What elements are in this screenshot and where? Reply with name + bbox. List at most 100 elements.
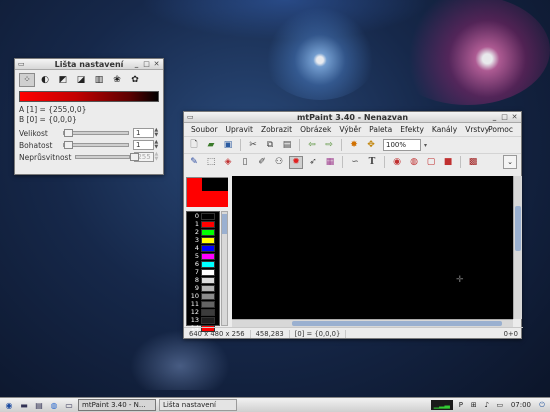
palette-row[interactable]: 11 — [187, 300, 219, 308]
menu-upravit[interactable]: Upravit — [222, 125, 257, 134]
menu-vyber[interactable]: Výběr — [335, 125, 365, 134]
paint-icon[interactable]: ✹ — [289, 155, 303, 169]
palette-scrollbar[interactable] — [221, 211, 228, 326]
smudge-icon[interactable]: ➶ — [306, 156, 320, 169]
paste-icon[interactable]: ▤ — [280, 139, 294, 152]
minimize-icon[interactable]: _ — [490, 113, 499, 121]
scroll-thumb[interactable] — [222, 214, 227, 234]
task-settings[interactable]: Lišta nastavení — [159, 399, 237, 411]
selection-icon[interactable]: ⬚ — [204, 156, 218, 169]
slider-knob[interactable] — [63, 141, 73, 149]
gradient-tool-icon[interactable]: ▦ — [323, 156, 337, 169]
save-file-icon[interactable]: ▣ — [221, 139, 235, 152]
minimize-icon[interactable]: _ — [132, 60, 141, 68]
pan-icon[interactable]: ✥ — [364, 139, 378, 152]
new-file-icon[interactable]: 🗋 — [187, 139, 201, 152]
brush-icon[interactable]: ✐ — [255, 156, 269, 169]
grid-icon[interactable]: ▩ — [466, 156, 480, 169]
color-gradient-bar[interactable] — [19, 91, 159, 102]
file-manager-icon[interactable]: ▤ — [33, 400, 45, 411]
palette-color[interactable] — [201, 292, 215, 300]
canvas-vscrollbar[interactable] — [513, 176, 522, 319]
filled-ellipse-icon[interactable]: ◍ — [407, 156, 421, 169]
palette-color[interactable] — [201, 252, 215, 260]
image-canvas[interactable] — [232, 176, 513, 319]
gradient-mode-icon[interactable]: ◩ — [55, 73, 71, 87]
clone-icon[interactable]: ⚇ — [272, 156, 286, 169]
palette-row[interactable]: 9 — [187, 284, 219, 292]
palette-color[interactable] — [201, 212, 215, 220]
blend-mode-icon[interactable]: ◪ — [73, 73, 89, 87]
palette-row[interactable]: 10 — [187, 292, 219, 300]
menu-kanaly[interactable]: Kanály — [428, 125, 461, 134]
size-spin[interactable]: 1 — [133, 128, 154, 138]
close-icon[interactable]: ✕ — [152, 60, 161, 68]
undo-icon[interactable]: ⇦ — [305, 139, 319, 152]
text-icon[interactable]: T — [365, 156, 379, 169]
color-swatch[interactable] — [186, 177, 228, 207]
volume-icon[interactable]: ♪ — [482, 400, 492, 410]
fill-icon[interactable]: ◈ — [221, 156, 235, 169]
scroll-thumb[interactable] — [515, 206, 521, 251]
network-icon[interactable]: ⊞ — [469, 400, 479, 410]
pattern-swatch[interactable] — [187, 191, 228, 207]
menu-zobrazit[interactable]: Zobrazit — [257, 125, 296, 134]
palette-color[interactable] — [201, 316, 215, 324]
palette-color[interactable] — [201, 228, 215, 236]
close-icon[interactable]: ✕ — [510, 113, 519, 121]
palette-color[interactable] — [201, 276, 215, 284]
open-file-icon[interactable]: ▰ — [204, 139, 218, 152]
palette-color[interactable] — [201, 236, 215, 244]
palette-color[interactable] — [201, 268, 215, 276]
cpu-monitor-icon[interactable]: ▁▂▃ — [430, 400, 453, 410]
palette-color[interactable] — [201, 244, 215, 252]
palette-row[interactable]: 2 — [187, 228, 219, 236]
menu-efekty[interactable]: Efekty — [396, 125, 428, 134]
window-menu-icon[interactable]: ▭ — [187, 113, 194, 121]
palette-row[interactable]: 5 — [187, 252, 219, 260]
maximize-icon[interactable]: □ — [500, 113, 509, 121]
palette-row[interactable]: 7 — [187, 268, 219, 276]
desktop-icon[interactable]: ▭ — [63, 400, 75, 411]
terminal-icon[interactable]: ▬ — [18, 400, 30, 411]
canvas-hscrollbar[interactable] — [232, 319, 513, 327]
palette-color[interactable] — [201, 220, 215, 228]
palette-row[interactable]: 0 — [187, 212, 219, 220]
spin-arrows-icon[interactable]: ▲ ▼ — [154, 128, 160, 138]
palette-color[interactable] — [201, 308, 215, 316]
brush-settings-icon[interactable]: ✸ — [347, 139, 361, 152]
opacity-mode-icon[interactable]: ◐ — [37, 73, 53, 87]
size-slider[interactable] — [62, 129, 130, 137]
color-b-swatch[interactable] — [202, 178, 228, 191]
maximize-icon[interactable]: □ — [142, 60, 151, 68]
cut-icon[interactable]: ✂ — [246, 139, 260, 152]
task-mtpaint[interactable]: mtPaint 3.40 - N... — [78, 399, 156, 411]
clock[interactable]: 07:00 — [508, 401, 534, 409]
redo-icon[interactable]: ⇨ — [322, 139, 336, 152]
rectangle-icon[interactable]: ▢ — [424, 156, 438, 169]
ellipse-icon[interactable]: ◉ — [390, 156, 404, 169]
color-a-swatch[interactable] — [187, 178, 202, 191]
palette-row[interactable]: 12 — [187, 308, 219, 316]
menu-pomoc[interactable]: Pomoc — [484, 125, 517, 134]
menu-paleta[interactable]: Paleta — [365, 125, 396, 134]
palette-row[interactable]: 13 — [187, 316, 219, 324]
color-wheel-icon[interactable]: ❀ — [109, 73, 125, 87]
window-menu-icon[interactable]: ▭ — [18, 60, 25, 68]
menu-soubor[interactable]: Soubor — [187, 125, 222, 134]
palette-row[interactable]: 1 — [187, 220, 219, 228]
copy-icon[interactable]: ⧉ — [263, 139, 277, 152]
palette-row[interactable]: 3 — [187, 236, 219, 244]
pattern-icon[interactable]: ✿ — [127, 73, 143, 87]
palette-color[interactable] — [201, 300, 215, 308]
menu-obrazek[interactable]: Obrázek — [296, 125, 335, 134]
continuous-mode-icon[interactable]: ⁘ — [19, 73, 35, 87]
battery-icon[interactable]: ▭ — [495, 400, 505, 410]
browser-icon[interactable]: ◍ — [48, 400, 60, 411]
palette-row[interactable]: 6 — [187, 260, 219, 268]
tint-mode-icon[interactable]: ▥ — [91, 73, 107, 87]
spin-arrows-icon[interactable]: ▲ ▼ — [154, 140, 160, 150]
line-icon[interactable]: ▯ — [238, 156, 252, 169]
palette-color[interactable] — [201, 260, 215, 268]
lasso-icon[interactable]: ∽ — [348, 156, 362, 169]
